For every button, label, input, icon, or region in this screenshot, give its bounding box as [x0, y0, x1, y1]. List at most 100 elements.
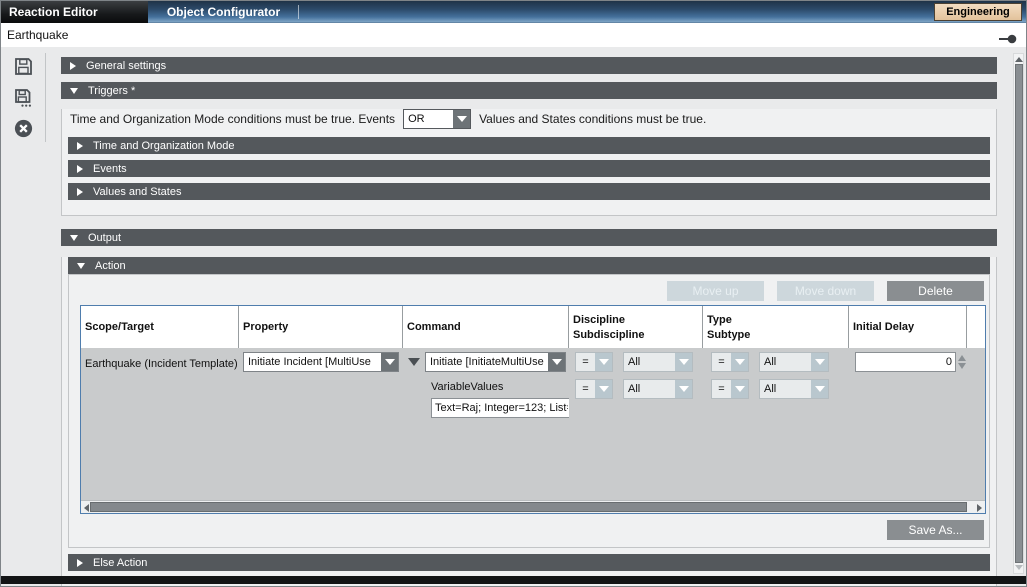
save-as-button[interactable]: Save As...	[887, 520, 984, 540]
dropdown-arrow-icon[interactable]	[811, 353, 828, 371]
object-name: Earthquake	[7, 23, 68, 47]
dropdown-arrow-icon[interactable]	[548, 353, 565, 371]
save-as-button[interactable]	[13, 87, 34, 108]
object-header-row: Earthquake	[1, 23, 1026, 47]
section-time-organization-mode-label: Time and Organization Mode	[93, 140, 234, 152]
dropdown-arrow-icon[interactable]	[811, 380, 828, 398]
pin-icon[interactable]	[999, 31, 1017, 41]
column-header-command: Command	[403, 306, 569, 348]
toolbar-separator	[45, 53, 46, 142]
scroll-left-icon[interactable]	[84, 504, 89, 512]
dropdown-arrow-icon[interactable]	[731, 380, 748, 398]
scroll-right-icon[interactable]	[977, 504, 982, 512]
delete-button[interactable]: Delete	[887, 281, 984, 301]
variable-values-input[interactable]	[431, 398, 569, 418]
chevron-right-icon	[70, 62, 76, 70]
spinner-down-icon[interactable]	[958, 363, 966, 369]
left-toolbar	[1, 56, 45, 149]
property-value: Initiate Incident [MultiUse	[244, 353, 381, 371]
events-operator-value: OR	[404, 110, 453, 128]
command-value: Initiate [InitiateMultiUse	[426, 353, 548, 371]
section-triggers[interactable]: Triggers *	[61, 82, 997, 99]
initial-delay-spinner[interactable]	[958, 355, 966, 369]
section-else-action-label: Else Action	[93, 557, 147, 569]
discipline-operator-dropdown[interactable]: =	[575, 352, 613, 372]
dropdown-arrow-icon[interactable]	[731, 353, 748, 371]
column-header-discipline: Discipline Subdiscipline	[569, 306, 703, 348]
vertical-scrollbar[interactable]	[1013, 53, 1024, 574]
table-horizontal-scrollbar[interactable]	[81, 500, 985, 513]
variable-values-label: VariableValues	[431, 381, 569, 393]
close-button[interactable]	[13, 118, 34, 139]
engineering-mode-button[interactable]: Engineering	[934, 3, 1022, 21]
section-action-label: Action	[95, 260, 126, 272]
action-table-header: Scope/Target Property Command Discipline…	[81, 306, 985, 348]
dropdown-arrow-icon[interactable]	[595, 380, 612, 398]
initial-delay-input[interactable]	[855, 352, 956, 372]
move-down-button[interactable]: Move down	[777, 281, 874, 301]
command-dropdown[interactable]: Initiate [InitiateMultiUse	[425, 352, 566, 372]
dropdown-arrow-icon[interactable]	[675, 353, 692, 371]
dropdown-arrow-icon[interactable]	[453, 110, 470, 128]
titlebar: Reaction Editor Object Configurator Engi…	[1, 1, 1026, 23]
tab-reaction-editor[interactable]: Reaction Editor	[1, 1, 148, 23]
chevron-right-icon	[77, 559, 83, 567]
column-header-property: Property	[239, 306, 403, 348]
column-header-empty	[967, 306, 987, 348]
scope-target-cell: Earthquake (Incident Template)	[81, 348, 239, 500]
section-time-organization-mode[interactable]: Time and Organization Mode	[68, 137, 990, 154]
chevron-right-icon	[77, 142, 83, 150]
column-header-type: Type Subtype	[703, 306, 849, 348]
type-dropdown[interactable]: All	[759, 352, 829, 372]
sub-discipline-dropdown[interactable]: All	[623, 379, 693, 399]
dropdown-arrow-icon[interactable]	[381, 353, 398, 371]
vertical-scrollbar-thumb[interactable]	[1015, 64, 1023, 563]
column-header-initial-delay: Initial Delay	[849, 306, 967, 348]
condition-text-after: Values and States conditions must be tru…	[479, 112, 706, 126]
sub-type-operator-dropdown[interactable]: =	[711, 379, 749, 399]
initial-delay-cell	[849, 348, 967, 500]
section-values-and-states[interactable]: Values and States	[68, 183, 990, 200]
column-header-scope-target: Scope/Target	[81, 306, 239, 348]
section-general-settings-label: General settings	[86, 60, 166, 72]
section-triggers-label: Triggers *	[88, 85, 135, 97]
section-action[interactable]: Action	[68, 257, 990, 274]
save-as-icon	[13, 87, 34, 108]
chevron-down-icon	[70, 88, 78, 94]
app-window: Reaction Editor Object Configurator Engi…	[0, 0, 1027, 587]
discipline-dropdown[interactable]: All	[623, 352, 693, 372]
type-operator-dropdown[interactable]: =	[711, 352, 749, 372]
sub-discipline-operator-dropdown[interactable]: =	[575, 379, 613, 399]
events-operator-dropdown[interactable]: OR	[403, 109, 471, 129]
close-icon	[13, 118, 34, 139]
chevron-down-icon	[70, 235, 78, 241]
tab-object-configurator[interactable]: Object Configurator	[149, 1, 298, 23]
action-table-row[interactable]: Earthquake (Incident Template) Initiate …	[81, 348, 985, 500]
trigger-condition-row: Time and Organization Mode conditions mu…	[70, 109, 988, 129]
section-events[interactable]: Events	[68, 160, 990, 177]
move-up-button[interactable]: Move up	[667, 281, 764, 301]
tab-reaction-editor-label: Reaction Editor	[9, 5, 98, 19]
chevron-right-icon	[77, 188, 83, 196]
command-expander-icon[interactable]	[408, 358, 420, 366]
discipline-cell: = All =	[569, 348, 703, 500]
section-output[interactable]: Output	[61, 229, 997, 246]
save-as-row: Save As...	[69, 520, 984, 540]
save-button[interactable]	[13, 56, 34, 77]
chevron-down-icon	[77, 263, 85, 269]
horizontal-scrollbar-thumb[interactable]	[90, 502, 967, 512]
spinner-up-icon[interactable]	[958, 355, 966, 361]
condition-text-before: Time and Organization Mode conditions mu…	[70, 112, 395, 126]
section-output-label: Output	[88, 232, 121, 244]
property-dropdown[interactable]: Initiate Incident [MultiUse	[243, 352, 399, 372]
editor-content: General settings Triggers * Time and Org…	[61, 53, 997, 587]
scroll-up-icon[interactable]	[1015, 57, 1023, 62]
section-else-action[interactable]: Else Action	[68, 554, 990, 571]
sub-type-dropdown[interactable]: All	[759, 379, 829, 399]
section-events-label: Events	[93, 163, 127, 175]
dropdown-arrow-icon[interactable]	[595, 353, 612, 371]
scroll-down-icon[interactable]	[1015, 565, 1023, 570]
section-general-settings[interactable]: General settings	[61, 57, 997, 74]
dropdown-arrow-icon[interactable]	[675, 380, 692, 398]
bottom-bar	[1, 576, 1026, 584]
